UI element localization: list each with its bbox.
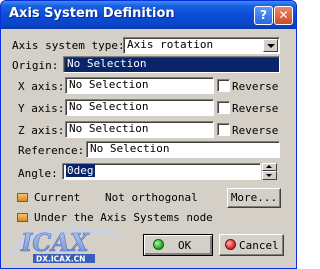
x-axis-field[interactable]: No Selection — [65, 77, 214, 94]
icax-watermark-logo: ICAX DX.ICAX.CN — [9, 228, 120, 264]
ok-button-label: OK — [178, 239, 192, 252]
question-icon: ? — [260, 8, 267, 22]
z-axis-label: Z axis: — [18, 124, 65, 137]
window-title: Axis System Definition — [9, 6, 175, 21]
z-axis-value: No Selection — [69, 122, 149, 135]
z-reverse-checkbox[interactable] — [217, 123, 230, 136]
red-light-icon — [225, 239, 236, 250]
cancel-button-label: Cancel — [239, 239, 279, 252]
reference-label: Reference: — [18, 144, 85, 157]
current-label: Current — [34, 191, 81, 204]
origin-value: No Selection — [67, 57, 147, 70]
angle-label: Angle: — [18, 167, 58, 180]
reference-value: No Selection — [90, 142, 170, 155]
y-reverse-checkbox[interactable] — [217, 101, 230, 114]
ok-button[interactable]: OK — [143, 234, 213, 256]
under-node-toggle-icon[interactable] — [17, 213, 28, 222]
x-reverse-label: Reverse — [232, 80, 279, 93]
current-indicator-icon[interactable] — [17, 193, 28, 202]
z-axis-field[interactable]: No Selection — [65, 121, 214, 138]
chevron-down-icon[interactable] — [263, 39, 278, 52]
cancel-button[interactable]: Cancel — [219, 234, 284, 256]
y-axis-label: Y axis: — [18, 102, 65, 115]
close-button[interactable]: ✕ — [274, 6, 293, 25]
more-button-label: More... — [230, 191, 278, 204]
help-button[interactable]: ? — [254, 6, 273, 25]
x-axis-label: X axis: — [18, 80, 65, 93]
spin-up-icon[interactable] — [262, 163, 277, 171]
axis-type-dropdown[interactable]: Axis rotation — [123, 37, 280, 54]
axis-system-dialog: Axis System Definition ? ✕ Axis system t… — [0, 0, 297, 269]
origin-field[interactable]: No Selection — [63, 56, 280, 73]
svg-text:DX.ICAX.CN: DX.ICAX.CN — [36, 255, 85, 264]
orthogonal-status: Not orthogonal — [105, 191, 198, 204]
close-icon: ✕ — [278, 8, 289, 22]
angle-field[interactable]: 0deg — [62, 163, 261, 180]
y-reverse-label: Reverse — [232, 102, 279, 115]
origin-label: Origin: — [12, 59, 59, 72]
y-axis-value: No Selection — [69, 100, 149, 113]
x-reverse-checkbox[interactable] — [217, 79, 230, 92]
green-light-icon — [153, 239, 164, 250]
axis-type-label: Axis system type: — [12, 39, 125, 52]
reference-field[interactable]: No Selection — [86, 141, 280, 158]
angle-spinner[interactable] — [262, 163, 277, 180]
title-bar[interactable]: Axis System Definition ? ✕ — [1, 1, 296, 29]
y-axis-field[interactable]: No Selection — [65, 99, 214, 116]
svg-text:ICAX: ICAX — [20, 228, 90, 257]
more-button[interactable]: More... — [227, 188, 281, 208]
x-axis-value: No Selection — [69, 78, 149, 91]
z-reverse-label: Reverse — [232, 124, 279, 137]
spin-down-icon[interactable] — [262, 171, 277, 180]
axis-type-value: Axis rotation — [127, 38, 214, 51]
angle-value: 0deg — [66, 164, 95, 177]
